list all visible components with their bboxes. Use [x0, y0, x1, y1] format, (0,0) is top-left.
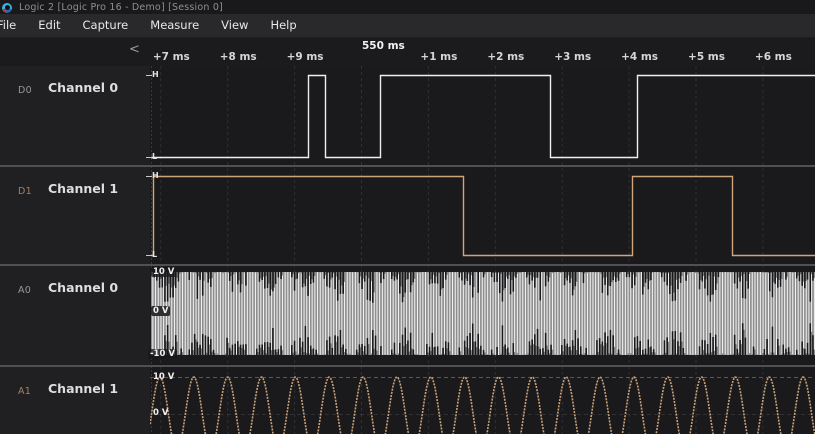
- waveform-viewport[interactable]: [150, 66, 815, 434]
- timeline-tick-label: +8 ms: [219, 51, 257, 63]
- timeline-tick-label: +7 ms: [152, 51, 190, 63]
- timeline-tick-label: +6 ms: [754, 51, 792, 63]
- window-title: Logic 2 [Logic Pro 16 - Demo] [Session 0…: [19, 1, 223, 13]
- menu-file[interactable]: File: [0, 14, 27, 37]
- channel-id-label: D1: [18, 186, 32, 197]
- chevron-left-icon[interactable]: <: [129, 43, 140, 56]
- channel-row-d0[interactable]: D0 Channel 0: [0, 66, 150, 165]
- row-separator: [0, 365, 815, 367]
- channel-row-a1[interactable]: A1 Channel 1: [0, 367, 150, 434]
- channel-name-label: Channel 1: [48, 181, 119, 196]
- d0-high-label: H: [152, 70, 159, 79]
- timeline-ruler[interactable]: < 550 ms +7 ms +8 ms +9 ms +1 ms +2 ms +3 ms +…: [0, 38, 815, 66]
- channel-sidebar: D0 Channel 0 D1 Channel 1 A0 Channel 0 A…: [0, 66, 150, 434]
- timeline-tick-label: +1 ms: [420, 51, 458, 63]
- menu-help[interactable]: Help: [259, 14, 307, 37]
- a1-0v-label: 0 V: [153, 408, 169, 418]
- row-separator: [0, 264, 815, 266]
- channel-id-label: A1: [18, 386, 32, 397]
- a0-0v-label: 0 V: [151, 306, 171, 316]
- menu-measure[interactable]: Measure: [139, 14, 210, 37]
- menu-capture[interactable]: Capture: [72, 14, 140, 37]
- app-logo-icon: [2, 2, 12, 13]
- timeline-tick-label: +4 ms: [621, 51, 659, 63]
- d1-high-label: H: [152, 171, 159, 180]
- a0-10v-label: 10 V: [151, 267, 177, 277]
- menu-view[interactable]: View: [210, 14, 259, 37]
- menu-edit[interactable]: Edit: [27, 14, 71, 37]
- channel-name-label: Channel 1: [48, 381, 119, 396]
- d0-low-label: L: [152, 152, 158, 161]
- timeline-major-label: 550 ms: [362, 40, 405, 52]
- channel-row-d1[interactable]: D1 Channel 1: [0, 167, 150, 264]
- title-bar: Logic 2 [Logic Pro 16 - Demo] [Session 0…: [0, 0, 815, 14]
- timeline-tick-label: +2 ms: [487, 51, 525, 63]
- channel-id-label: D0: [18, 85, 32, 96]
- channel-row-a0[interactable]: A0 Channel 0: [0, 266, 150, 365]
- menu-bar: File Edit Capture Measure View Help: [0, 14, 815, 38]
- row-separator: [0, 165, 815, 167]
- timeline-tick-label: +5 ms: [688, 51, 725, 63]
- a1-10v-label: 10 V: [153, 372, 175, 382]
- a0-neg10v-label: -10 V: [148, 349, 177, 359]
- d1-low-label: L: [152, 250, 158, 259]
- channel-id-label: A0: [18, 285, 32, 296]
- channel-name-label: Channel 0: [48, 80, 119, 95]
- timeline-tick-label: +3 ms: [554, 51, 592, 63]
- channel-name-label: Channel 0: [48, 280, 119, 295]
- timeline-tick-label: +9 ms: [286, 51, 324, 63]
